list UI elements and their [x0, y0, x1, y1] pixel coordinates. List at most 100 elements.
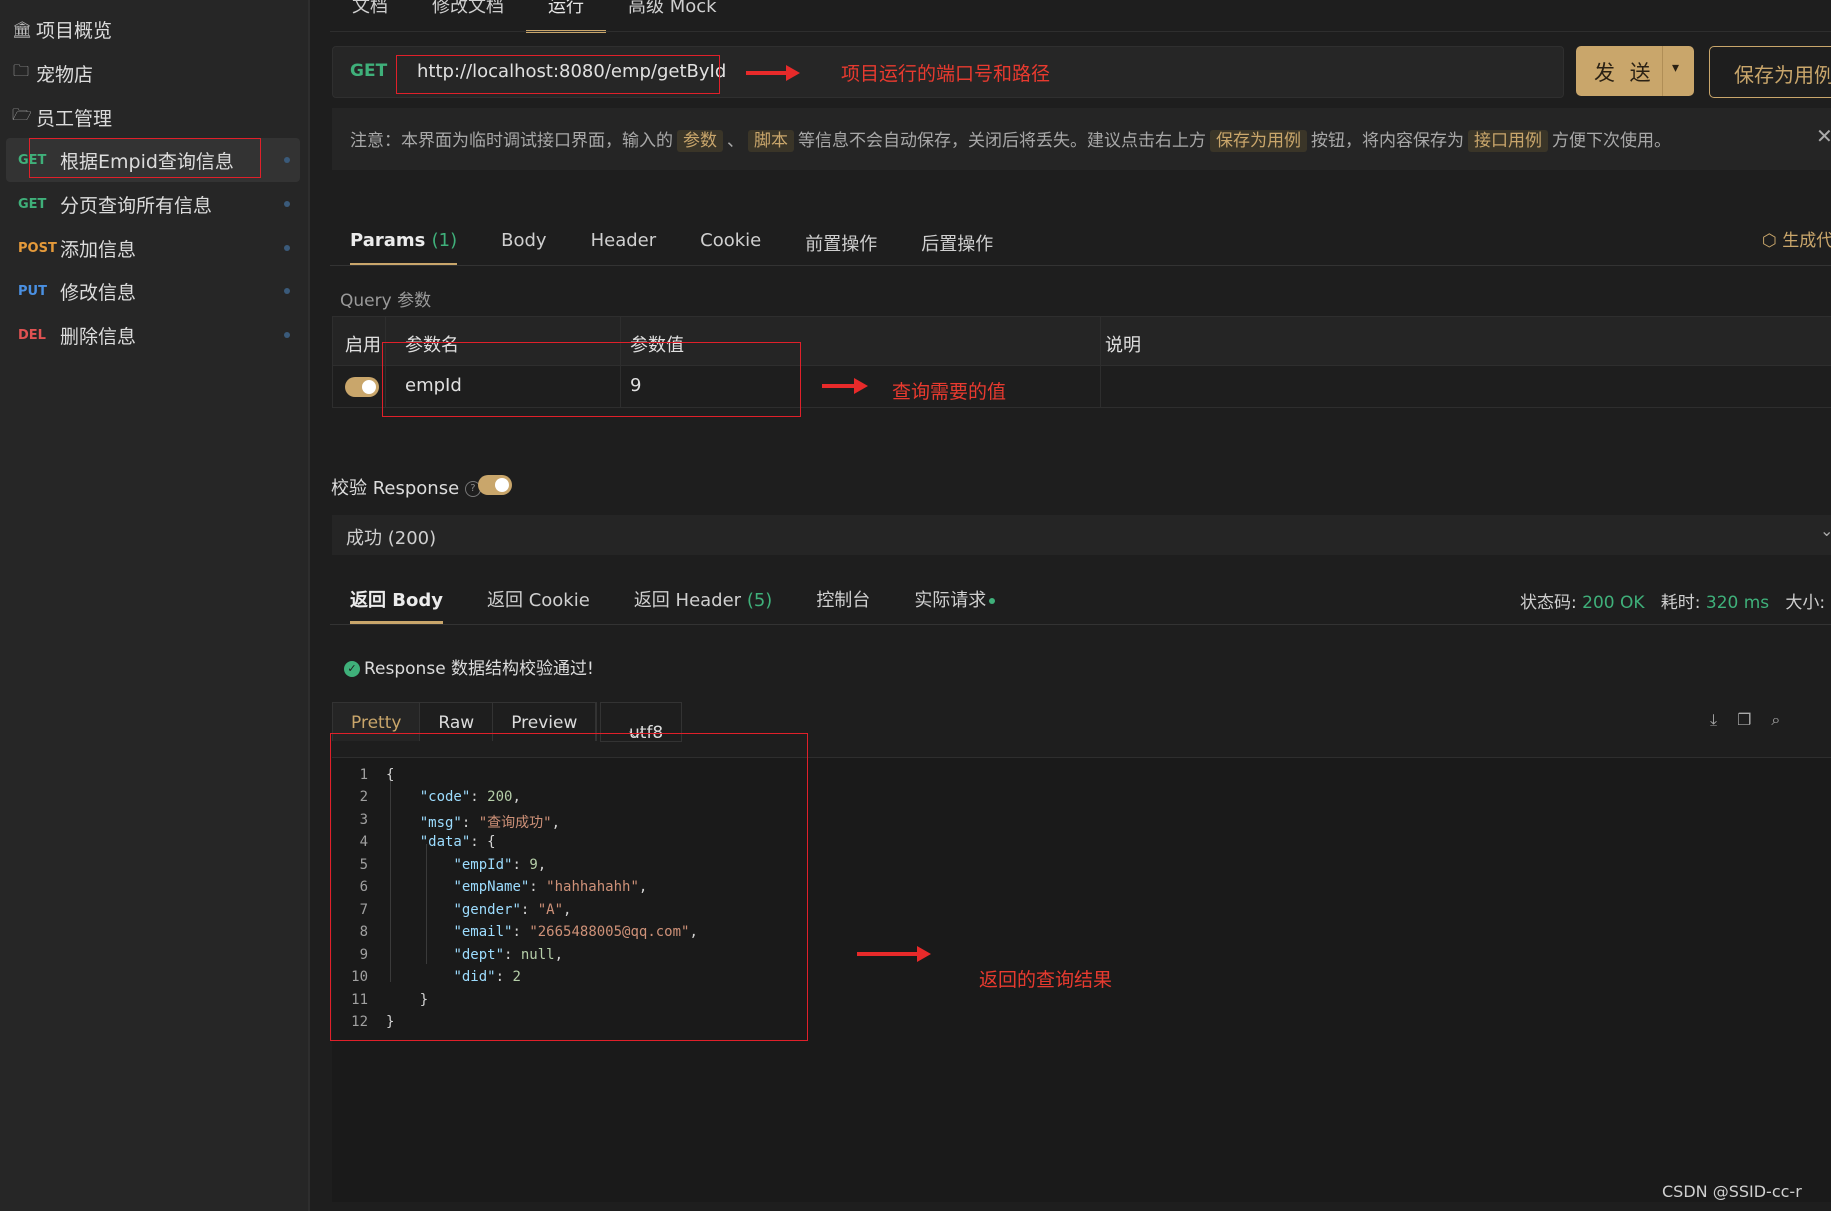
method-badge: DEL [18, 327, 46, 343]
time-value: 320 ms [1705, 593, 1770, 613]
close-icon[interactable]: ✕ [1816, 124, 1831, 148]
tab-body[interactable]: Body [501, 222, 546, 266]
status-dot [284, 157, 290, 163]
sidebar-item-label: 删除信息 [60, 325, 137, 348]
cube-icon: ⬡ [1762, 231, 1777, 251]
notice-part: 按钮，将内容保存为 [1311, 131, 1464, 151]
search-icon[interactable]: ⌕ [1771, 710, 1800, 729]
notice-banner: 注意：本界面为临时调试接口界面，输入的 参数、脚本 等信息不会自动保存，关闭后将丢失… [332, 108, 1831, 170]
validate-response-label: 校验 Response ? [331, 474, 481, 500]
divider [1100, 317, 1101, 407]
tab-post-actions[interactable]: 后置操作 [921, 222, 993, 266]
tab-label: Params [350, 230, 426, 251]
chevron-down-icon[interactable]: ▾ [1672, 60, 1679, 76]
sidebar-item-employee[interactable]: 🗁 员工管理 [0, 95, 300, 139]
col-enabled: 启用 [345, 335, 381, 356]
status-dot [284, 288, 290, 294]
sidebar-item-petstore[interactable]: 🗀 宠物店 [0, 51, 300, 95]
tab-advanced-mock[interactable]: 高级 Mock [606, 0, 739, 30]
divider [330, 624, 1831, 625]
generate-code-button[interactable]: ⬡ 生成代 [1762, 226, 1831, 251]
tab-run[interactable]: 运行 [526, 0, 606, 33]
response-tabs: 返回 Body 返回 Cookie 返回 Header (5) 控制台 实际请求 [330, 580, 1039, 624]
tab-params[interactable]: Params (1) [350, 222, 458, 266]
tab-response-cookie[interactable]: 返回 Cookie [487, 580, 590, 624]
notice-part: 注意：本界面为临时调试接口界面，输入的 [350, 131, 673, 151]
generate-label: 生成代 [1782, 231, 1831, 251]
sidebar-item-label: 宠物店 [36, 63, 94, 86]
annotation-result-note: 返回的查询结果 [979, 969, 1113, 991]
validate-response-toggle[interactable] [478, 475, 512, 495]
annotation-arrow [822, 378, 868, 394]
sidebar-item-label: 员工管理 [36, 107, 113, 130]
method-select[interactable]: GET [350, 61, 387, 81]
status-label: 状态码: [1520, 593, 1577, 613]
send-button[interactable]: 发 送 ▾ [1576, 46, 1694, 96]
bank-icon: 🏛 [12, 19, 33, 39]
tab-count: (1) [431, 230, 458, 251]
folder-open-icon: 🗁 [12, 104, 32, 124]
annotation-box-url [396, 55, 720, 94]
save-as-case-button[interactable]: 保存为用例 [1709, 46, 1831, 98]
param-enabled-toggle[interactable] [345, 377, 379, 397]
chevron-down-icon: ⌄ [1820, 521, 1831, 540]
save-label: 保存为用例 [1734, 63, 1831, 87]
divider [330, 31, 1831, 32]
sidebar-item-label: 分页查询所有信息 [60, 194, 213, 217]
sidebar-api-update[interactable]: PUT 修改信息 [0, 269, 300, 313]
top-tabs: 文档 修改文档 运行 高级 Mock [330, 0, 739, 33]
notice-chip: 接口用例 [1468, 130, 1548, 152]
annotation-box-result [330, 733, 808, 1041]
sidebar: 🏛 项目概览 🗀 宠物店 🗁 员工管理 GET 根据Empid查询信息 GET … [0, 0, 310, 1211]
status-value: 200 OK [1582, 593, 1645, 613]
query-section-title: Query 参数 [340, 291, 432, 311]
notice-chip: 保存为用例 [1210, 130, 1307, 152]
tab-header[interactable]: Header [591, 222, 657, 266]
status-dot [284, 332, 290, 338]
tab-response-header[interactable]: 返回 Header (5) [634, 580, 773, 624]
annotation-arrow [857, 946, 931, 962]
sidebar-api-add[interactable]: POST 添加信息 [0, 226, 300, 270]
watermark: CSDN @SSID-cc-r [1662, 1182, 1802, 1201]
method-badge: PUT [18, 283, 47, 299]
tab-console[interactable]: 控制台 [816, 580, 870, 624]
status-dot [989, 598, 996, 604]
tab-label: 实际请求 [914, 590, 987, 611]
sidebar-api-page-query[interactable]: GET 分页查询所有信息 [0, 182, 300, 226]
send-label: 发 送 [1594, 61, 1655, 85]
annotation-box-param [382, 342, 801, 417]
notice-chip: 参数 [677, 130, 723, 152]
sidebar-item-label: 添加信息 [60, 238, 137, 261]
notice-part: 等信息不会自动保存，关闭后将丢失。建议点击右上方 [798, 131, 1206, 151]
tab-response-body[interactable]: 返回 Body [350, 580, 443, 624]
sidebar-api-delete[interactable]: DEL 删除信息 [0, 313, 300, 357]
time-label: 耗时: [1660, 593, 1701, 613]
sidebar-item-label: 修改信息 [60, 281, 137, 304]
sidebar-item-overview[interactable]: 🏛 项目概览 [0, 7, 300, 51]
status-dot [284, 245, 290, 251]
tab-label: 返回 Header [633, 590, 742, 611]
request-tabs: Params (1) Body Header Cookie 前置操作 后置操作 [330, 222, 1037, 266]
validation-text: Response 数据结构校验通过! [364, 659, 594, 679]
tab-cookie[interactable]: Cookie [700, 222, 761, 266]
selected-value: 成功 (200) [346, 528, 437, 549]
response-meta: 状态码: 200 OK 耗时: 320 ms 大小: 13 [1520, 588, 1831, 613]
tab-count: (5) [746, 590, 773, 611]
tab-pre-actions[interactable]: 前置操作 [805, 222, 877, 266]
notice-part: 、 [727, 131, 744, 151]
tab-actual-request[interactable]: 实际请求 [914, 580, 996, 624]
download-icon[interactable]: ⤓ [1710, 710, 1737, 729]
toggle-knob [362, 380, 376, 394]
annotation-box-api [29, 138, 261, 178]
label-text: 校验 Response [331, 478, 460, 499]
tab-edit-docs[interactable]: 修改文档 [410, 0, 526, 30]
annotation-url-note: 项目运行的端口号和路径 [841, 63, 1051, 85]
divider [1662, 46, 1663, 96]
response-status-select[interactable]: 成功 (200) ⌄ [332, 515, 1831, 555]
size-label: 大小: [1785, 593, 1826, 613]
copy-icon[interactable]: ❐ [1737, 710, 1771, 729]
validation-result: ✓ Response 数据结构校验通过! [344, 654, 594, 679]
tab-docs[interactable]: 文档 [330, 0, 410, 30]
status-dot [284, 201, 290, 207]
annotation-param-note: 查询需要的值 [892, 381, 1007, 403]
